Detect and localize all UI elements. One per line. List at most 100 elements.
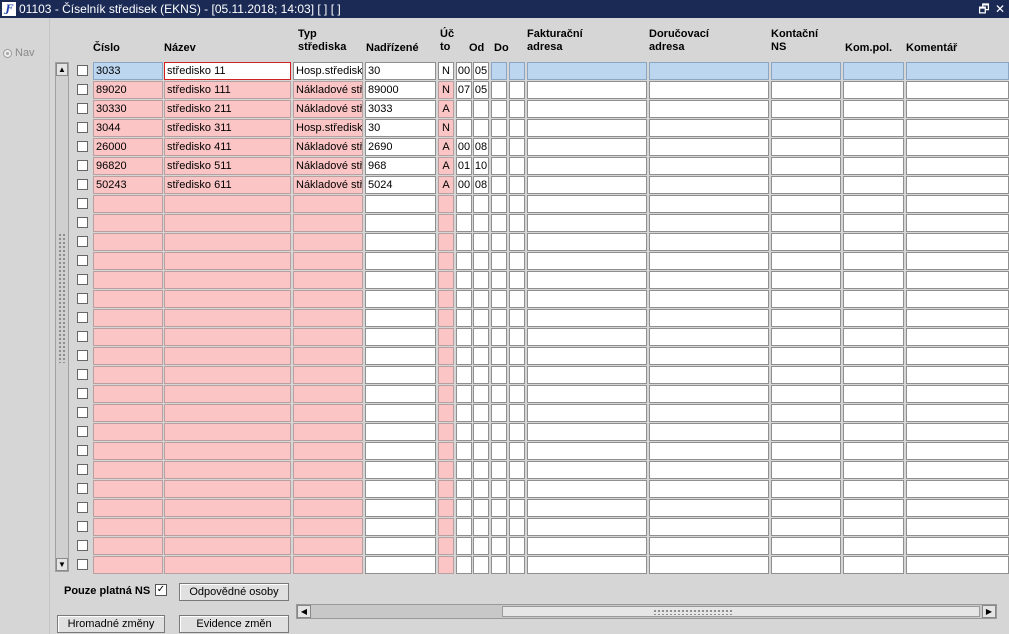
cell-kontaktni[interactable] [771, 100, 841, 118]
cell-fakturacni[interactable] [527, 252, 647, 270]
cell-kontaktni[interactable] [771, 366, 841, 384]
cell-cislo[interactable] [93, 366, 163, 384]
cell-do[interactable] [473, 423, 489, 441]
cell-x1[interactable] [491, 100, 507, 118]
table-row[interactable] [0, 214, 1009, 233]
row-select-checkbox[interactable] [77, 445, 88, 456]
cell-ucto[interactable] [438, 423, 454, 441]
cell-kontaktni[interactable] [771, 233, 841, 251]
cell-do[interactable] [473, 119, 489, 137]
cell-x1[interactable] [491, 62, 507, 80]
row-select-checkbox[interactable] [77, 540, 88, 551]
cell-kontaktni[interactable] [771, 518, 841, 536]
cell-do[interactable] [473, 290, 489, 308]
cell-x1[interactable] [491, 461, 507, 479]
cell-dorucovaci[interactable] [649, 328, 769, 346]
cell-kompol[interactable] [843, 480, 904, 498]
cell-nadrizene[interactable] [365, 385, 436, 403]
pouze-platna-checkbox[interactable]: ✓ [155, 584, 167, 596]
cell-cislo[interactable] [93, 347, 163, 365]
cell-cislo[interactable]: 96820 [93, 157, 163, 175]
cell-fakturacni[interactable] [527, 518, 647, 536]
cell-dorucovaci[interactable] [649, 461, 769, 479]
cell-komentar[interactable] [906, 176, 1009, 194]
cell-cislo[interactable] [93, 518, 163, 536]
cell-kontaktni[interactable] [771, 423, 841, 441]
cell-nadrizene[interactable]: 30 [365, 119, 436, 137]
row-select-checkbox[interactable] [77, 312, 88, 323]
cell-do[interactable] [473, 480, 489, 498]
row-select-checkbox[interactable] [77, 293, 88, 304]
row-select-checkbox[interactable] [77, 198, 88, 209]
cell-x1[interactable] [491, 252, 507, 270]
cell-x2[interactable] [509, 347, 525, 365]
cell-fakturacni[interactable] [527, 366, 647, 384]
cell-x2[interactable] [509, 119, 525, 137]
cell-nazev[interactable] [164, 328, 291, 346]
cell-x1[interactable] [491, 347, 507, 365]
cell-ucto[interactable] [438, 385, 454, 403]
cell-typ[interactable] [293, 518, 363, 536]
row-select-checkbox[interactable] [77, 407, 88, 418]
cell-nadrizene[interactable] [365, 328, 436, 346]
cell-do[interactable]: 05 [473, 62, 489, 80]
cell-fakturacni[interactable] [527, 214, 647, 232]
cell-kompol[interactable] [843, 518, 904, 536]
table-row[interactable]: 50243 středisko 611 Nákladové stř 5024 A 00 08 [0, 176, 1009, 195]
cell-kompol[interactable] [843, 442, 904, 460]
row-select-checkbox[interactable] [77, 426, 88, 437]
cell-dorucovaci[interactable] [649, 366, 769, 384]
cell-typ[interactable] [293, 347, 363, 365]
cell-komentar[interactable] [906, 461, 1009, 479]
cell-fakturacni[interactable] [527, 404, 647, 422]
cell-typ[interactable] [293, 537, 363, 555]
cell-komentar[interactable] [906, 347, 1009, 365]
cell-kompol[interactable] [843, 138, 904, 156]
cell-ucto[interactable] [438, 518, 454, 536]
cell-cislo[interactable] [93, 480, 163, 498]
cell-od[interactable] [456, 499, 472, 517]
cell-nazev[interactable]: středisko 611 [164, 176, 291, 194]
cell-kompol[interactable] [843, 537, 904, 555]
cell-typ[interactable] [293, 328, 363, 346]
cell-komentar[interactable] [906, 195, 1009, 213]
row-select-checkbox[interactable] [77, 65, 88, 76]
cell-komentar[interactable] [906, 366, 1009, 384]
table-row[interactable] [0, 347, 1009, 366]
cell-kompol[interactable] [843, 290, 904, 308]
cell-nazev[interactable]: středisko 511 [164, 157, 291, 175]
cell-nazev[interactable] [164, 214, 291, 232]
cell-fakturacni[interactable] [527, 309, 647, 327]
cell-kontaktni[interactable] [771, 252, 841, 270]
cell-fakturacni[interactable] [527, 138, 647, 156]
cell-cislo[interactable] [93, 214, 163, 232]
cell-nazev[interactable]: středisko 311 [164, 119, 291, 137]
row-select-checkbox[interactable] [77, 217, 88, 228]
cell-dorucovaci[interactable] [649, 157, 769, 175]
cell-typ[interactable] [293, 233, 363, 251]
cell-dorucovaci[interactable] [649, 309, 769, 327]
cell-typ[interactable] [293, 271, 363, 289]
cell-ucto[interactable] [438, 461, 454, 479]
cell-x2[interactable] [509, 195, 525, 213]
cell-cislo[interactable] [93, 537, 163, 555]
row-select-checkbox[interactable] [77, 122, 88, 133]
cell-typ[interactable]: Hosp.středisko [293, 62, 363, 80]
cell-komentar[interactable] [906, 423, 1009, 441]
cell-typ[interactable]: Hosp.středisko [293, 119, 363, 137]
cell-fakturacni[interactable] [527, 119, 647, 137]
cell-kompol[interactable] [843, 366, 904, 384]
cell-cislo[interactable] [93, 252, 163, 270]
cell-komentar[interactable] [906, 233, 1009, 251]
cell-x2[interactable] [509, 138, 525, 156]
cell-dorucovaci[interactable] [649, 499, 769, 517]
cell-komentar[interactable] [906, 480, 1009, 498]
cell-x1[interactable] [491, 556, 507, 574]
cell-x2[interactable] [509, 461, 525, 479]
cell-dorucovaci[interactable] [649, 290, 769, 308]
cell-od[interactable]: 00 [456, 176, 472, 194]
cell-do[interactable]: 05 [473, 81, 489, 99]
cell-nadrizene[interactable]: 3033 [365, 100, 436, 118]
cell-fakturacni[interactable] [527, 347, 647, 365]
cell-od[interactable] [456, 328, 472, 346]
